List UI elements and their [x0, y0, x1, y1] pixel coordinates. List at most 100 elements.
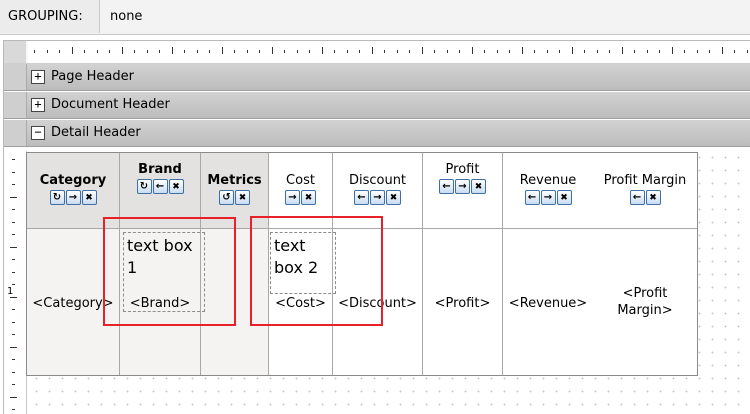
close-icon[interactable]: ✖ — [556, 190, 572, 205]
ruler-tick — [584, 50, 585, 53]
band-document-header[interactable]: + Document Header — [4, 92, 750, 119]
column-header[interactable]: Revenue ← → ✖ — [503, 153, 593, 229]
column-profit-margin[interactable]: Profit Margin ← ✖ <Profit Margin> — [593, 153, 697, 375]
expand-icon[interactable]: + — [31, 70, 45, 84]
field-placeholder[interactable]: <Revenue> — [503, 296, 593, 311]
highlight-box — [103, 217, 236, 326]
rotate-icon[interactable]: ↻ — [49, 190, 65, 205]
ruler-tick — [59, 50, 60, 53]
ruler-tick — [10, 396, 17, 398]
ruler-tick — [659, 50, 660, 53]
ruler-tick — [346, 50, 348, 53]
ruler-tick — [121, 47, 123, 54]
arrow-left-icon[interactable]: ← — [629, 190, 645, 205]
arrow-left-icon[interactable]: ← — [524, 190, 540, 205]
column-revenue[interactable]: Revenue ← → ✖ <Revenue> — [503, 153, 594, 375]
ruler-tick — [184, 50, 185, 53]
ruler-tick — [734, 50, 735, 53]
band-page-header[interactable]: + Page Header — [4, 64, 750, 91]
ruler-tick — [10, 296, 17, 298]
close-icon[interactable]: ✖ — [168, 179, 184, 194]
field-placeholder[interactable]: <Profit> — [423, 296, 502, 311]
arrow-right-icon[interactable]: → — [285, 190, 300, 205]
rotate-icon[interactable]: ↻ — [136, 179, 152, 194]
ruler-tick — [434, 50, 435, 53]
ruler-tick — [546, 50, 548, 53]
band-detail-header[interactable]: − Detail Header — [4, 120, 750, 147]
ruler-tick — [284, 50, 285, 53]
column-header[interactable]: Profit ← → ✖ — [423, 153, 502, 229]
close-icon[interactable]: ✖ — [81, 190, 97, 205]
ruler-tick — [12, 271, 15, 273]
arrow-left-icon[interactable]: ← — [439, 179, 454, 194]
ruler-tick — [12, 384, 15, 385]
ruler-tick — [321, 47, 323, 54]
column-title: Profit Margin — [603, 173, 687, 188]
ruler-tick — [159, 50, 160, 53]
collapse-icon[interactable]: − — [31, 126, 45, 140]
close-icon[interactable]: ✖ — [386, 190, 401, 205]
grouping-value[interactable]: none — [110, 0, 142, 33]
column-profit[interactable]: Profit ← → ✖ <Profit> — [423, 153, 503, 375]
ruler-tick — [334, 50, 335, 53]
ruler-tick — [12, 159, 15, 160]
ruler-tick — [571, 47, 573, 54]
ruler-tick — [596, 50, 598, 53]
ruler-tick — [12, 209, 15, 210]
ruler-tick — [534, 50, 535, 53]
ruler-tick — [146, 50, 148, 53]
ruler-tick — [396, 50, 398, 53]
column-title: Discount — [348, 173, 407, 188]
arrow-left-icon[interactable]: ← — [354, 190, 369, 205]
ruler-tick — [12, 371, 15, 373]
ruler-tick — [10, 246, 17, 248]
ruler-tick — [246, 50, 248, 53]
ruler-tick — [371, 47, 373, 54]
ruler-tick — [421, 47, 423, 54]
ruler-tick — [221, 47, 223, 54]
ruler-tick — [12, 184, 15, 185]
ruler-tick — [96, 50, 98, 53]
column-title: Metrics — [207, 173, 262, 188]
band-side — [4, 120, 27, 146]
crosstab-grid-right[interactable]: Profit Margin ← ✖ <Profit Margin> — [593, 152, 698, 376]
close-icon[interactable]: ✖ — [471, 179, 486, 194]
ruler-tick — [446, 50, 448, 53]
arrow-right-icon[interactable]: → — [455, 179, 470, 194]
arrow-right-icon[interactable]: → — [370, 190, 385, 205]
ruler-tick — [10, 196, 17, 198]
arrow-right-icon[interactable]: → — [65, 190, 81, 205]
ruler-tick — [634, 50, 635, 53]
ruler-tick — [521, 47, 523, 54]
ruler-tick — [359, 50, 360, 53]
ruler-row — [4, 41, 750, 64]
column-title: Brand — [138, 162, 182, 177]
ruler-tick — [12, 309, 15, 310]
field-placeholder[interactable]: <Profit Margin> — [593, 285, 697, 319]
ruler-tick — [134, 50, 135, 53]
ruler-tick — [709, 50, 710, 53]
ruler-tick — [12, 321, 15, 323]
ruler-tick — [259, 50, 260, 53]
grouping-bar: GROUPING: none — [0, 0, 750, 35]
ruler-tick — [409, 50, 410, 53]
ruler-tick — [12, 284, 15, 285]
close-icon[interactable]: ✖ — [645, 190, 661, 205]
highlight-box — [250, 216, 383, 326]
arrow-right-icon[interactable]: → — [540, 190, 556, 205]
band-label-page-header: Page Header — [51, 69, 134, 84]
ruler-tick — [496, 50, 498, 53]
column-header[interactable]: Profit Margin ← ✖ — [593, 153, 697, 229]
rotate-icon[interactable]: ↺ — [219, 190, 234, 205]
close-icon[interactable]: ✖ — [301, 190, 316, 205]
ruler-tick — [12, 221, 15, 223]
band-side — [4, 92, 27, 118]
cell-line: <Profit — [622, 286, 668, 301]
arrow-left-icon[interactable]: ← — [152, 179, 168, 194]
close-icon[interactable]: ✖ — [235, 190, 250, 205]
horizontal-ruler — [28, 41, 750, 63]
grouping-label: GROUPING: — [0, 0, 100, 33]
column-title: Category — [39, 173, 107, 188]
ruler-tick — [12, 171, 15, 173]
expand-icon[interactable]: + — [31, 98, 45, 112]
